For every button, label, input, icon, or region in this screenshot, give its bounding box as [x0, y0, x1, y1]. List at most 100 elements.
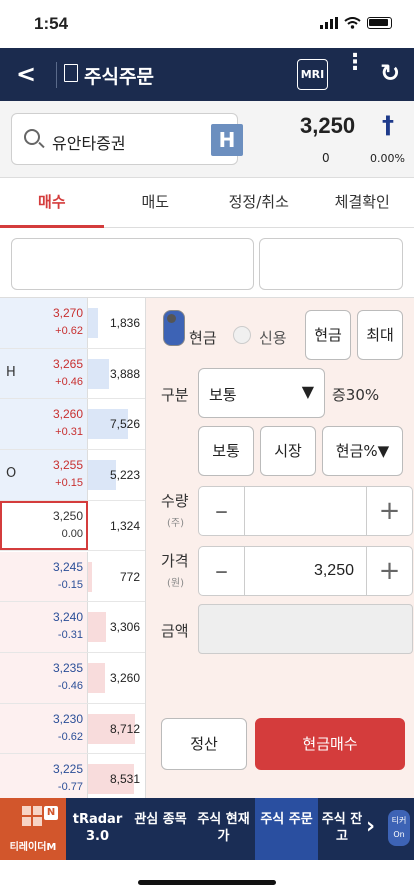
order-form: 현금 신용 현금 최대 구분 보통 ▼ 증30% 보통 시장 현금%▼ 수량 (…: [145, 298, 414, 798]
stock-name: 유안타증권: [52, 134, 126, 153]
price-marker: O: [6, 466, 17, 482]
quote-price: 3,240: [52, 610, 83, 625]
quote-volume: 3,888: [109, 366, 140, 381]
price-cell[interactable]: 3,250 0.00: [0, 500, 88, 551]
search-icon: [24, 129, 40, 145]
price-marker: H: [6, 364, 16, 380]
normal-price-button[interactable]: 보통: [198, 426, 254, 476]
price-cell[interactable]: 3,245 -0.15: [0, 551, 88, 602]
quote-change: +0.62: [55, 325, 83, 337]
orderbook-row[interactable]: 3,250 0.00 1,324: [0, 500, 145, 552]
quote-change: -0.31: [57, 629, 83, 642]
battery-icon: [367, 17, 392, 29]
home-indicator: [138, 880, 276, 885]
tab-execution[interactable]: 체결확인: [311, 178, 414, 227]
status-bar: 1:54: [0, 0, 414, 48]
orderbook-row[interactable]: H 3,265 +0.46 3,888: [0, 348, 145, 400]
price-change-pct: 0.00%: [370, 152, 405, 165]
nav-item-order[interactable]: 주식 주문: [255, 798, 318, 860]
stock-badge[interactable]: H: [211, 124, 243, 156]
quote-volume: 8,531: [109, 772, 140, 787]
orderbook-row[interactable]: 3,260 +0.31 7,526: [0, 399, 145, 451]
more-vertical-icon[interactable]: ⋮: [344, 52, 366, 74]
market-price-button[interactable]: 시장: [260, 426, 316, 476]
quote-price: 3,255: [52, 458, 83, 473]
price-minus-button[interactable]: –: [199, 547, 245, 595]
amount-field: [198, 604, 413, 654]
app-logo[interactable]: N 티레이더M: [0, 798, 66, 860]
price-cell[interactable]: 3,240 -0.31: [0, 602, 88, 652]
credit-radio[interactable]: [233, 326, 251, 344]
orderbook-row[interactable]: 3,245 -0.15 772: [0, 551, 145, 603]
nav-item-quote[interactable]: 주식 현재가: [192, 798, 255, 860]
current-price-highlight: [0, 500, 88, 551]
orderbook: 3,270 +0.62 1,836 H 3,265 +0.46 3,888 3,260 +0.3…: [0, 298, 145, 805]
upper-limit-arrow-icon: †: [382, 111, 394, 139]
password-field[interactable]: [259, 238, 403, 290]
cash-radio-label: 현금: [189, 329, 217, 347]
quantity-plus-button[interactable]: +: [366, 487, 412, 535]
orderbook-row[interactable]: 3,230 -0.62 8,712: [0, 703, 145, 755]
document-icon: [64, 64, 78, 82]
mri-button[interactable]: MRI: [297, 59, 328, 90]
orderbook-row[interactable]: 3,270 +0.62 1,836: [0, 298, 145, 349]
quote-price: 3,260: [52, 407, 83, 422]
price-label: 가격: [161, 552, 189, 570]
amount-label: 금액: [161, 622, 189, 640]
price-cell[interactable]: 3,270 +0.62: [0, 298, 88, 348]
quote-price: 3,230: [52, 711, 83, 726]
nav-item-balance[interactable]: 주식 잔고: [318, 798, 366, 860]
quote-price: 3,235: [52, 660, 83, 675]
quantity-stepper[interactable]: – +: [198, 486, 413, 536]
ticker-toggle[interactable]: 티커 On: [388, 810, 410, 846]
cash-button[interactable]: 현금: [305, 310, 351, 360]
tab-buy[interactable]: 매수: [0, 178, 104, 228]
volume-bar: [88, 662, 105, 693]
price-stepper[interactable]: – 3,250 +: [198, 546, 413, 596]
tab-modify-cancel[interactable]: 정정/취소: [207, 178, 311, 227]
quote-volume: 772: [119, 569, 140, 584]
price-cell[interactable]: H 3,265 +0.46: [0, 348, 88, 399]
quote-volume: 3,306: [109, 620, 140, 635]
max-button[interactable]: 최대: [357, 310, 403, 360]
orderbook-row[interactable]: 3,235 -0.46 3,260: [0, 652, 145, 704]
order-type-select[interactable]: 보통 ▼: [198, 368, 325, 418]
chevron-right-icon[interactable]: ›: [366, 814, 375, 839]
price-cell[interactable]: O 3,255 +0.15: [0, 450, 88, 500]
quote-change: -0.46: [57, 679, 83, 692]
stock-search-field[interactable]: 유안타증권 H: [11, 113, 243, 165]
price-plus-button[interactable]: +: [366, 547, 412, 595]
price-cell[interactable]: 3,235 -0.46: [0, 652, 88, 703]
account-select[interactable]: [11, 238, 254, 290]
back-chevron-icon[interactable]: <: [16, 60, 36, 88]
quantity-minus-button[interactable]: –: [199, 487, 245, 535]
margin-rate: 증30%: [332, 386, 380, 404]
wifi-icon: [344, 17, 361, 29]
orderbook-row[interactable]: O 3,255 +0.15 5,223: [0, 450, 145, 501]
tab-sell[interactable]: 매도: [104, 178, 208, 227]
quote-volume: 8,712: [109, 721, 140, 736]
quote-price: 3,265: [52, 356, 83, 371]
quantity-unit: (주): [167, 518, 185, 529]
cash-buy-button[interactable]: 현금매수: [255, 718, 405, 770]
quote-price: 3,225: [52, 762, 83, 777]
quote-volume: 5,223: [109, 468, 140, 483]
reset-button[interactable]: 정산: [161, 718, 247, 770]
price-cell[interactable]: 3,225 -0.77: [0, 754, 88, 804]
nav-item-tradar[interactable]: tRadar 3.0: [66, 798, 129, 860]
price-change: 0: [322, 151, 330, 165]
price-cell[interactable]: 3,230 -0.62: [0, 703, 88, 754]
nav-item-watchlist[interactable]: 관심 종목: [129, 798, 192, 860]
orderbook-row[interactable]: 3,240 -0.31 3,306: [0, 602, 145, 653]
dropdown-arrow-icon: ▼: [377, 442, 390, 460]
price-unit: (원): [167, 578, 185, 589]
cash-radio[interactable]: [163, 310, 185, 346]
order-type-value: 보통: [209, 386, 237, 404]
credit-radio-label: 신용: [259, 329, 287, 347]
refresh-icon[interactable]: ↻: [380, 59, 400, 87]
price-cell[interactable]: 3,260 +0.31: [0, 399, 88, 450]
logo-grid-icon: [22, 806, 42, 826]
cash-pct-label: 현금%: [335, 442, 378, 460]
quote-volume: 3,260: [109, 670, 140, 685]
cash-pct-select[interactable]: 현금%▼: [322, 426, 403, 476]
